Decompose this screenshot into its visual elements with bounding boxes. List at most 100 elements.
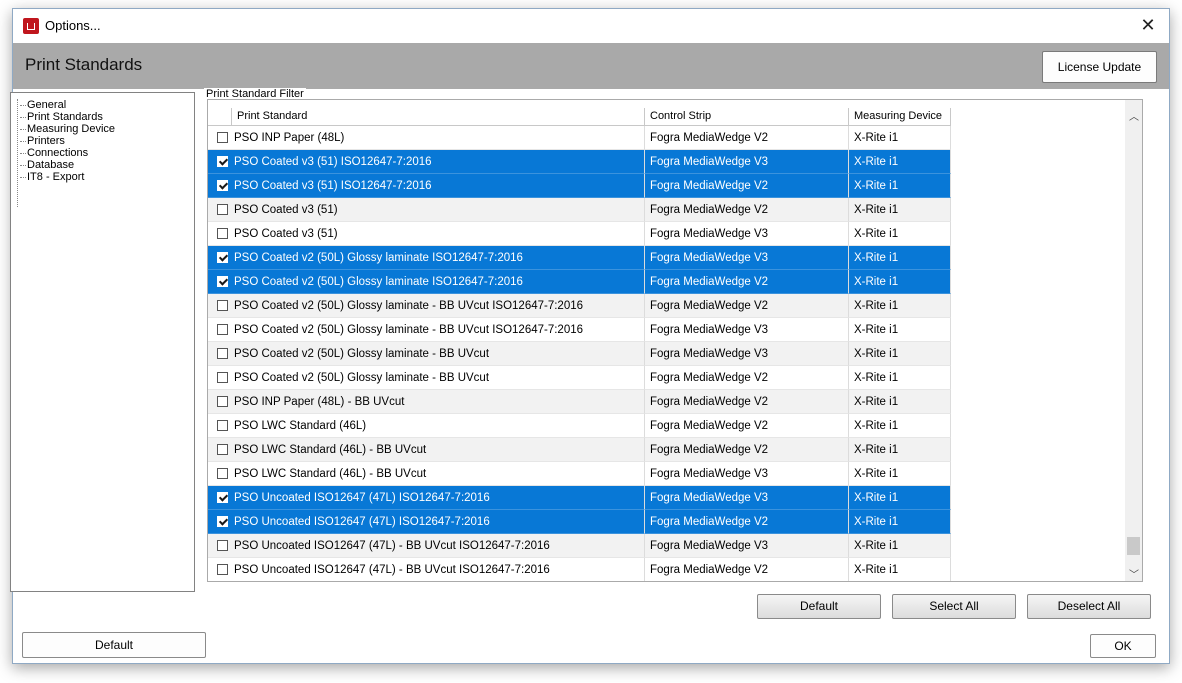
- row-checkbox[interactable]: [217, 396, 228, 407]
- row-check-cell: [208, 222, 232, 246]
- table-row[interactable]: PSO Coated v2 (50L) Glossy laminate - BB…: [208, 342, 951, 366]
- control-strip-cell: Fogra MediaWedge V3: [645, 342, 849, 366]
- row-checkbox[interactable]: [217, 156, 228, 167]
- row-checkbox[interactable]: [217, 324, 228, 335]
- tree-item-connections[interactable]: Connections: [13, 147, 115, 159]
- table-row[interactable]: PSO INP Paper (48L) - BB UVcut Fogra Medi…: [208, 390, 951, 414]
- control-strip-cell: Fogra MediaWedge V3: [645, 222, 849, 246]
- tree-item-measuring-device[interactable]: Measuring Device: [13, 123, 115, 135]
- row-checkbox[interactable]: [217, 420, 228, 431]
- print-standard-cell: PSO Uncoated ISO12647 (47L) - BB UVcut I…: [232, 534, 645, 558]
- ok-button[interactable]: OK: [1090, 634, 1156, 658]
- tree-item-label: General: [27, 99, 67, 111]
- tree-item-database[interactable]: Database: [13, 159, 115, 171]
- tree-connector: [20, 177, 26, 178]
- window-title: Options...: [45, 18, 101, 33]
- table-row[interactable]: PSO Coated v2 (50L) Glossy laminate - BB…: [208, 294, 951, 318]
- control-strip-cell: Fogra MediaWedge V2: [645, 390, 849, 414]
- print-standard-cell: PSO Coated v2 (50L) Glossy laminate - BB…: [232, 342, 645, 366]
- row-check-cell: [208, 198, 232, 222]
- measuring-device-cell: X-Rite i1: [849, 534, 951, 558]
- table-row[interactable]: PSO Coated v3 (51) Fogra MediaWedge V3 X-R…: [208, 222, 951, 246]
- row-checkbox[interactable]: [217, 372, 228, 383]
- license-update-button[interactable]: License Update: [1042, 51, 1157, 83]
- table-row[interactable]: PSO Uncoated ISO12647 (47L) ISO12647-7:2…: [208, 486, 951, 510]
- row-checkbox[interactable]: [217, 444, 228, 455]
- table-row[interactable]: PSO Coated v2 (50L) Glossy laminate - BB…: [208, 366, 951, 390]
- row-checkbox[interactable]: [217, 252, 228, 263]
- header-print-standard[interactable]: Print Standard: [232, 108, 645, 126]
- print-standard-cell: PSO Coated v2 (50L) Glossy laminate - BB…: [232, 318, 645, 342]
- row-checkbox[interactable]: [217, 276, 228, 287]
- row-checkbox[interactable]: [217, 180, 228, 191]
- print-standard-cell: PSO Uncoated ISO12647 (47L) - BB UVcut I…: [232, 558, 645, 581]
- row-checkbox[interactable]: [217, 468, 228, 479]
- table-row[interactable]: PSO Uncoated ISO12647 (47L) - BB UVcut I…: [208, 558, 951, 581]
- control-strip-cell: Fogra MediaWedge V2: [645, 414, 849, 438]
- control-strip-cell: Fogra MediaWedge V3: [645, 462, 849, 486]
- table-row[interactable]: PSO INP Paper (48L) Fogra MediaWedge V2 X-…: [208, 126, 951, 150]
- header-control-strip[interactable]: Control Strip: [645, 108, 849, 126]
- measuring-device-cell: X-Rite i1: [849, 366, 951, 390]
- row-checkbox[interactable]: [217, 300, 228, 311]
- row-check-cell: [208, 534, 232, 558]
- grid-header: Print Standard Control Strip Measuring D…: [208, 108, 951, 126]
- table-row[interactable]: PSO Coated v3 (51) ISO12647-7:2016 Fogra …: [208, 150, 951, 174]
- table-row[interactable]: PSO LWC Standard (46L) Fogra MediaWedge V…: [208, 414, 951, 438]
- row-checkbox[interactable]: [217, 132, 228, 143]
- control-strip-cell: Fogra MediaWedge V2: [645, 174, 849, 198]
- row-checkbox[interactable]: [217, 540, 228, 551]
- deselect-all-button[interactable]: Deselect All: [1027, 594, 1151, 619]
- row-check-cell: [208, 366, 232, 390]
- page-title: Print Standards: [25, 55, 143, 74]
- tree-item-it8-export[interactable]: IT8 - Export: [13, 171, 115, 183]
- control-strip-cell: Fogra MediaWedge V2: [645, 438, 849, 462]
- row-checkbox[interactable]: [217, 564, 228, 575]
- table-row[interactable]: PSO Coated v2 (50L) Glossy laminate - BB…: [208, 318, 951, 342]
- row-checkbox[interactable]: [217, 204, 228, 215]
- select-all-button[interactable]: Select All: [892, 594, 1016, 619]
- tree-item-print-standards[interactable]: Print Standards: [13, 111, 115, 123]
- filter-default-button[interactable]: Default: [757, 594, 881, 619]
- row-checkbox[interactable]: [217, 492, 228, 503]
- header-check-column: [208, 108, 232, 126]
- header-measuring-device[interactable]: Measuring Device: [849, 108, 951, 126]
- close-icon[interactable]: ✕: [1137, 15, 1159, 35]
- row-check-cell: [208, 318, 232, 342]
- row-checkbox[interactable]: [217, 348, 228, 359]
- control-strip-cell: Fogra MediaWedge V3: [645, 246, 849, 270]
- tree-item-label: Database: [27, 159, 75, 171]
- scroll-thumb[interactable]: [1127, 537, 1140, 555]
- tree-item-printers[interactable]: Printers: [13, 135, 115, 147]
- table-row[interactable]: PSO Coated v3 (51) Fogra MediaWedge V2 X-R…: [208, 198, 951, 222]
- print-standard-cell: PSO INP Paper (48L) - BB UVcut: [232, 390, 645, 414]
- app-logo-icon: [23, 18, 39, 34]
- vertical-scrollbar[interactable]: ︿ ﹀: [1125, 100, 1142, 581]
- default-button[interactable]: Default: [22, 632, 206, 658]
- control-strip-cell: Fogra MediaWedge V3: [645, 150, 849, 174]
- tree-item-label: IT8 - Export: [27, 171, 85, 183]
- grid-rows: PSO INP Paper (48L) Fogra MediaWedge V2 X-…: [208, 126, 951, 581]
- row-check-cell: [208, 246, 232, 270]
- measuring-device-cell: X-Rite i1: [849, 414, 951, 438]
- tree-connector: [20, 105, 26, 106]
- row-checkbox[interactable]: [217, 228, 228, 239]
- table-row[interactable]: PSO LWC Standard (46L) - BB UVcut Fogra M…: [208, 438, 951, 462]
- row-check-cell: [208, 174, 232, 198]
- table-row[interactable]: PSO Uncoated ISO12647 (47L) - BB UVcut I…: [208, 534, 951, 558]
- chevron-up-icon[interactable]: ︿: [1129, 108, 1139, 123]
- control-strip-cell: Fogra MediaWedge V2: [645, 558, 849, 581]
- control-strip-cell: Fogra MediaWedge V2: [645, 366, 849, 390]
- table-row[interactable]: PSO Uncoated ISO12647 (47L) ISO12647-7:2…: [208, 510, 951, 534]
- table-row[interactable]: PSO LWC Standard (46L) - BB UVcut Fogra M…: [208, 462, 951, 486]
- row-check-cell: [208, 126, 232, 150]
- print-standard-cell: PSO LWC Standard (46L) - BB UVcut: [232, 438, 645, 462]
- row-checkbox[interactable]: [217, 516, 228, 527]
- tree-item-general[interactable]: General: [13, 99, 115, 111]
- table-row[interactable]: PSO Coated v2 (50L) Glossy laminate ISO1…: [208, 270, 951, 294]
- row-check-cell: [208, 342, 232, 366]
- chevron-down-icon[interactable]: ﹀: [1129, 566, 1139, 581]
- table-row[interactable]: PSO Coated v3 (51) ISO12647-7:2016 Fogra …: [208, 174, 951, 198]
- table-row[interactable]: PSO Coated v2 (50L) Glossy laminate ISO1…: [208, 246, 951, 270]
- section-header: Print Standards License Update: [13, 43, 1169, 89]
